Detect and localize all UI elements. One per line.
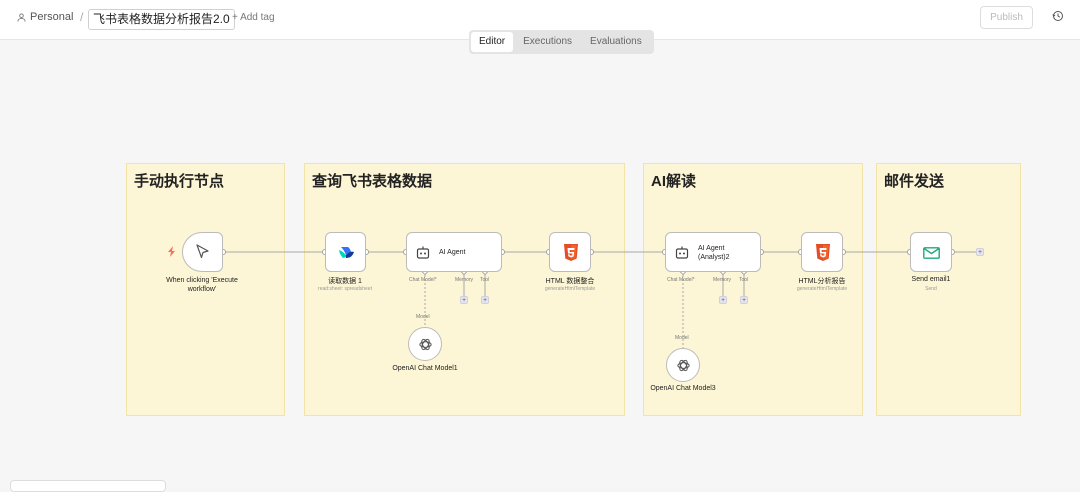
html5-icon (564, 244, 578, 261)
node-title: OpenAI Chat Model3 (650, 385, 716, 392)
node-subtitle: Send (925, 286, 937, 292)
chat-model-port-label: Chat Model* (667, 277, 695, 283)
robot-icon (416, 246, 430, 259)
model-connection-label: Model (675, 335, 689, 341)
html-data-merge-node[interactable] (549, 232, 591, 272)
add-memory-button[interactable]: + (460, 296, 468, 304)
ai-agent-analyst-node[interactable]: AI Agent (Analyst)2 (665, 232, 761, 272)
node-title: AI Agent (Analyst)2 (698, 244, 730, 262)
add-tool-button[interactable]: + (481, 296, 489, 304)
openai-logo-icon (419, 338, 432, 351)
node-subtitle: generateHtmlTemplate (796, 286, 848, 292)
node-title: AI Agent (439, 249, 466, 256)
tool-port-label: Tool (739, 277, 749, 283)
node-title-line: workflow' (187, 286, 217, 293)
trigger-bolt-icon (168, 246, 175, 257)
model-connection-label: Model (416, 314, 430, 320)
send-email-node[interactable] (910, 232, 952, 272)
add-next-node-button[interactable]: + (976, 248, 984, 256)
ai-agent-node[interactable]: AI Agent (406, 232, 502, 272)
memory-port-label: Memory (713, 277, 732, 283)
manual-trigger-node[interactable] (182, 232, 223, 272)
cursor-click-icon (196, 244, 209, 259)
tool-port-label: Tool (480, 277, 490, 283)
node-subtitle: generateHtmlTemplate (544, 286, 596, 292)
html5-icon (816, 244, 830, 261)
html-analysis-report-node[interactable] (801, 232, 843, 272)
read-sheet-node[interactable] (325, 232, 366, 272)
add-tool-button[interactable]: + (740, 296, 748, 304)
memory-port-label: Memory (455, 277, 474, 283)
node-title: HTML分析报告 (798, 278, 846, 285)
node-title: HTML 数据整合 (545, 278, 595, 285)
add-memory-button[interactable]: + (719, 296, 727, 304)
node-subtitle: read:sheet: spreadsheet (318, 286, 372, 292)
openai-chat-model-node[interactable] (408, 327, 442, 361)
robot-icon (675, 246, 689, 259)
node-title-line: (Analyst)2 (698, 254, 730, 261)
node-title-line: AI Agent (698, 245, 725, 252)
envelope-icon (923, 247, 940, 259)
canvas-bottom-panel (10, 480, 166, 492)
node-title-line: When clicking 'Execute (166, 277, 238, 284)
openai-logo-icon (677, 359, 690, 372)
chat-model-port-label: Chat Model* (409, 277, 437, 283)
openai-chat-model-node[interactable] (666, 348, 700, 382)
node-title: 读取数据 1 (328, 278, 362, 285)
node-title: Send email1 (911, 276, 951, 283)
node-title: When clicking 'Execute workflow' (152, 276, 252, 294)
feishu-logo-icon (339, 247, 354, 258)
node-title: OpenAI Chat Model1 (392, 365, 458, 372)
